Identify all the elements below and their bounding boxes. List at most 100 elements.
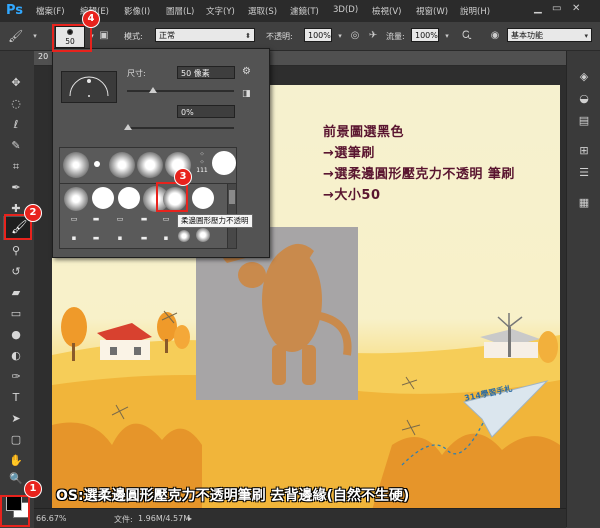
hardness-slider-handle[interactable] (124, 124, 132, 130)
brush-panel-toggle-icon[interactable]: ▣ (97, 29, 111, 43)
minimize-icon[interactable]: ▁ (534, 3, 542, 14)
workspace-select[interactable]: 基本功能 ▾ (507, 28, 592, 42)
instruction-line-3: →選柔邊圓形壓克力不透明 筆刷 (323, 167, 515, 182)
os-note: OS:選柔邊圓形壓克力不透明筆刷 去背邊緣(自然不生硬) (56, 488, 410, 504)
preset-grid-row-1: ⁘ ⁘ 111 (59, 147, 237, 185)
brush-thumb[interactable]: ▪ (110, 234, 130, 243)
hand-tool-icon[interactable]: ✋ (6, 453, 26, 469)
hardness-input[interactable]: 0% (177, 105, 235, 118)
brush-preset-hard[interactable] (118, 187, 140, 209)
shape-tool-icon[interactable]: ▢ (6, 432, 26, 448)
character-icon[interactable]: ▦ (575, 195, 593, 211)
airbrush-mode-icon[interactable]: Ꮹ (460, 29, 474, 43)
size-slider-handle[interactable] (149, 87, 157, 93)
properties-icon[interactable]: ☰ (575, 165, 593, 181)
callout-badge-3: 3 (174, 168, 192, 186)
paths-icon[interactable]: ▤ (575, 113, 593, 129)
menu-window[interactable]: 視窗(W) (416, 5, 448, 17)
zoom-level[interactable]: 66.67% (36, 514, 67, 523)
menu-filter[interactable]: 濾鏡(T) (290, 5, 319, 17)
menu-help[interactable]: 說明(H) (460, 5, 490, 17)
brush-preset-hard-large[interactable] (212, 151, 236, 175)
brush-preset-soft[interactable] (64, 187, 88, 211)
status-menu-icon[interactable]: ▸ (188, 514, 192, 523)
preset-scrollbar-thumb[interactable] (229, 190, 235, 204)
brush-preset-soft[interactable] (137, 152, 163, 178)
menu-image[interactable]: 影像(I) (124, 5, 150, 17)
new-preset-icon[interactable]: ◨ (242, 89, 251, 99)
callout-badge-4: 4 (82, 10, 100, 28)
blur-tool-icon[interactable]: ● (6, 327, 26, 343)
brush-thumb[interactable]: ▬ (134, 215, 154, 224)
instruction-line-2: →選筆刷 (323, 146, 375, 161)
brush-tool-icon[interactable]: 🖌 (8, 29, 23, 43)
brush-thumb[interactable]: ▪ (156, 234, 176, 243)
move-tool-icon[interactable]: ✥ (6, 75, 26, 91)
brush-preset-hard[interactable] (192, 187, 214, 209)
brush-preset-hard[interactable] (92, 187, 114, 209)
brush-thumb[interactable]: ▬ (86, 234, 106, 243)
chevron-down-icon[interactable]: ▾ (28, 29, 42, 43)
path-select-tool-icon[interactable]: ➤ (6, 411, 26, 427)
layers-icon[interactable]: ◈ (575, 69, 593, 85)
gear-icon[interactable]: ⚙ (242, 66, 251, 77)
doc-size-label: 文件: (114, 515, 133, 524)
callout-box-swatches (0, 495, 30, 527)
brush-thumb[interactable]: ▬ (86, 215, 106, 224)
brush-preset-soft[interactable] (178, 230, 190, 242)
zoom-tool-icon[interactable]: 🔍 (6, 471, 26, 487)
channels-icon[interactable]: ◒ (575, 91, 593, 107)
callout-badge-1: 1 (24, 480, 42, 498)
eraser-tool-icon[interactable]: ▰ (6, 285, 26, 301)
brush-preset-dots[interactable]: ⁘ ⁘ 111 (195, 151, 209, 179)
flow-input[interactable]: 100% (411, 28, 439, 42)
pressure-opacity-icon[interactable]: ◎ (348, 29, 362, 43)
brush-preset-soft[interactable] (63, 152, 89, 178)
brush-thumb[interactable]: ▭ (156, 215, 176, 224)
opacity-input[interactable]: 100% (304, 28, 332, 42)
chevron-down-icon[interactable]: ▾ (440, 29, 454, 43)
marquee-tool-icon[interactable]: ◌ (6, 96, 26, 112)
doc-size-value: 1.96M/4.57M (138, 514, 191, 523)
dodge-tool-icon[interactable]: ◐ (6, 348, 26, 364)
menu-type[interactable]: 文字(Y) (206, 5, 235, 17)
gradient-tool-icon[interactable]: ▭ (6, 306, 26, 322)
brush-thumb[interactable]: ▪ (64, 234, 84, 243)
eyedropper-tool-icon[interactable]: ✒ (6, 180, 26, 196)
instruction-line-1: 前景圖選黑色 (323, 125, 405, 140)
status-bar: 66.67% 文件: 1.96M/4.57M ▸ (34, 508, 566, 528)
callout-box-preset (156, 182, 188, 212)
instruction-line-4: →大小50 (323, 188, 381, 203)
adjustments-icon[interactable]: ⊞ (575, 143, 593, 159)
size-input[interactable]: 50 像素 (177, 66, 235, 79)
brush-preset-soft[interactable] (196, 228, 210, 242)
menu-view[interactable]: 檢視(V) (372, 5, 401, 17)
brush-preset-soft[interactable] (109, 152, 135, 178)
clone-stamp-tool-icon[interactable]: ⚲ (6, 243, 26, 259)
mode-select[interactable]: 正常 ⬍ (155, 28, 255, 42)
brush-preset-popup: 尺寸: 50 像素 ⚙ ◨ 0% ⁘ ⁘ 111 ▭ ▬ ▭ ▬ ▭ ▪ ▬ ▪ ▬… (52, 48, 270, 258)
brush-thumb[interactable]: ▭ (64, 215, 84, 224)
mode-label: 模式: (124, 32, 143, 41)
brush-preset-hard-small[interactable] (94, 161, 100, 167)
menu-3d[interactable]: 3D(D) (333, 5, 358, 15)
menu-select[interactable]: 選取(S) (248, 5, 277, 17)
close-icon[interactable]: ✕ (572, 3, 580, 14)
airbrush-icon[interactable]: ✈ (366, 29, 380, 43)
type-tool-icon[interactable]: T (6, 390, 26, 406)
pen-tool-icon[interactable]: ✑ (6, 369, 26, 385)
hardness-slider[interactable] (124, 124, 234, 130)
menu-layer[interactable]: 圖層(L) (166, 5, 194, 17)
menu-file[interactable]: 檔案(F) (36, 5, 65, 17)
photoshop-logo: Ps (6, 3, 24, 18)
brush-thumb[interactable]: ▬ (134, 234, 154, 243)
history-brush-tool-icon[interactable]: ↺ (6, 264, 26, 280)
lasso-tool-icon[interactable]: ℓ (6, 117, 26, 133)
brush-thumb[interactable]: ▭ (110, 215, 130, 224)
pressure-size-icon[interactable]: ◉ (488, 29, 502, 43)
restore-icon[interactable]: ▭ (552, 3, 561, 14)
crop-tool-icon[interactable]: ⌗ (6, 159, 26, 175)
quick-select-tool-icon[interactable]: ✎ (6, 138, 26, 154)
size-slider[interactable] (127, 87, 234, 93)
chevron-down-icon[interactable]: ▾ (333, 29, 347, 43)
